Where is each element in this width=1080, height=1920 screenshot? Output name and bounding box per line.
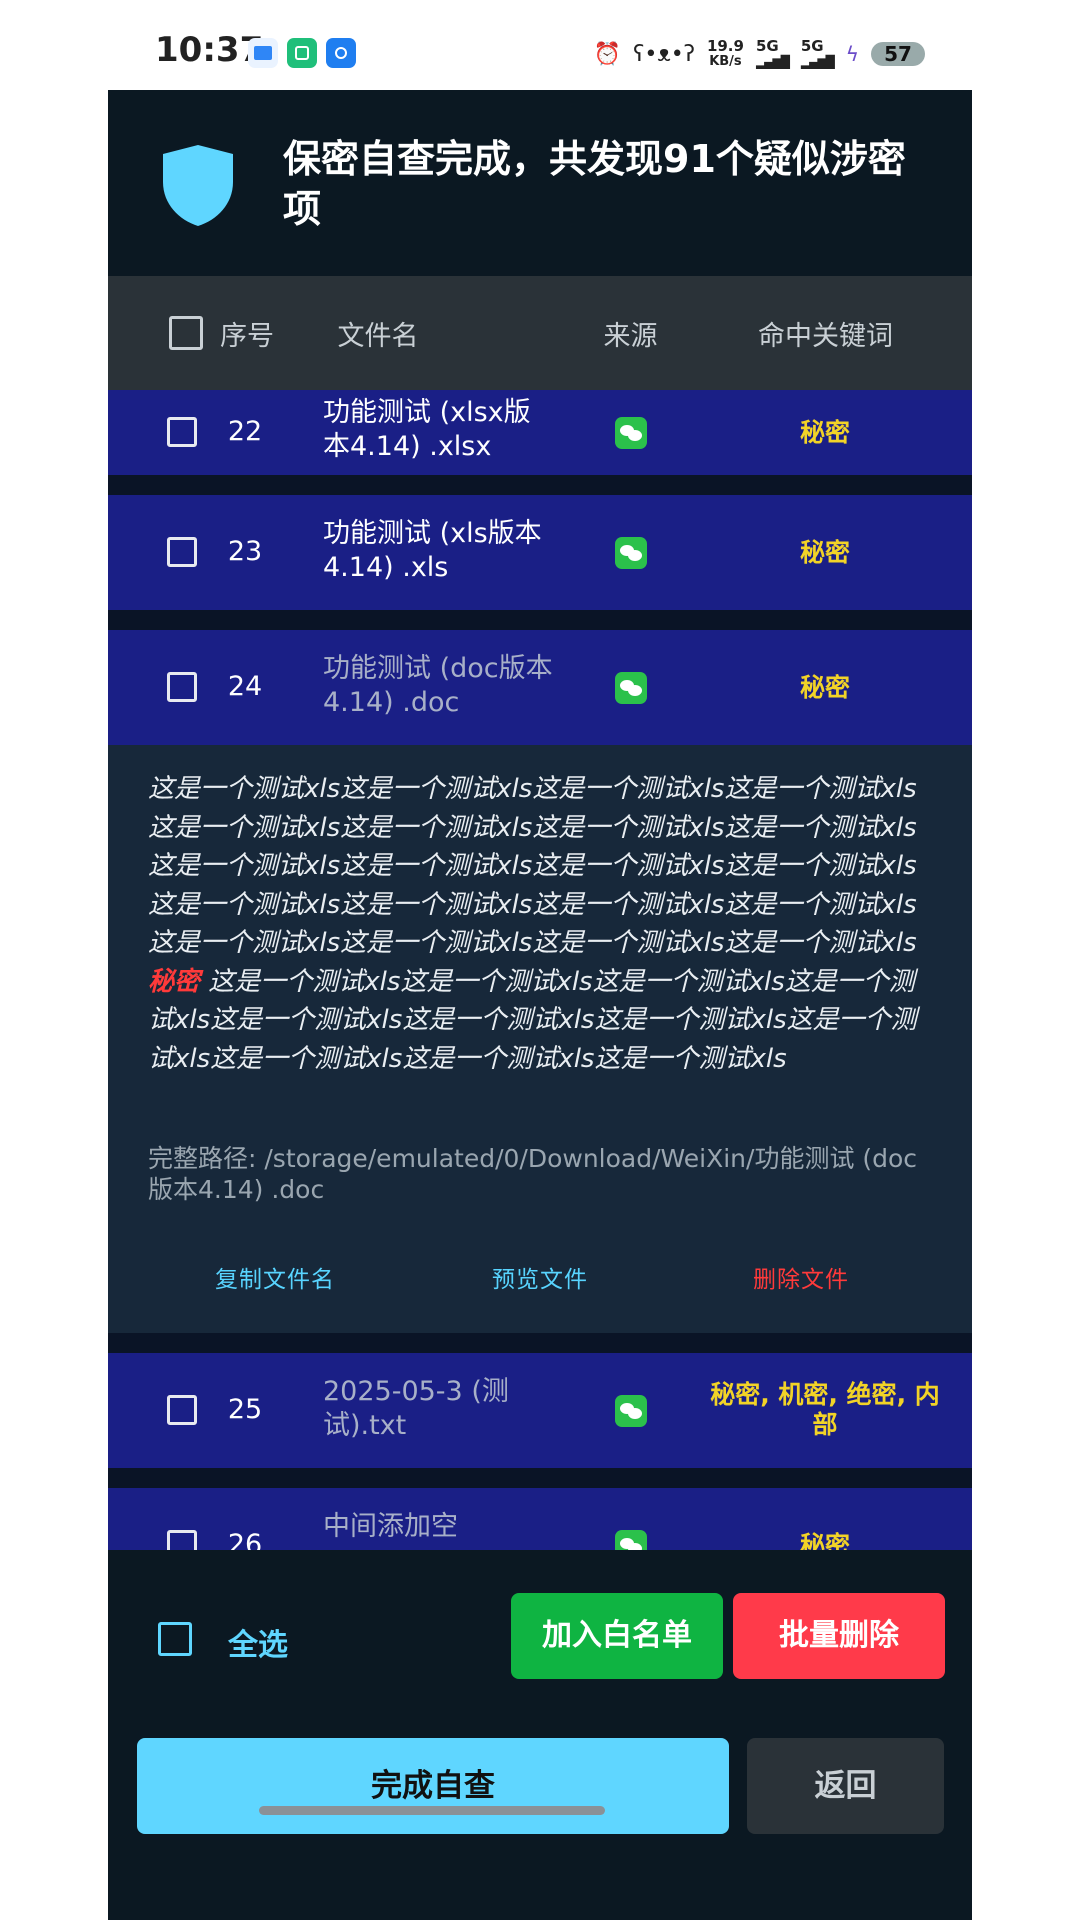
table-header: 序号 文件名 来源 命中关键词: [108, 276, 972, 390]
header-checkbox[interactable]: [169, 316, 203, 350]
finish-check-button[interactable]: 完成自查: [137, 1738, 729, 1834]
signal-bars-icon: ▂▄▆█: [755, 55, 790, 69]
delete-file-button[interactable]: 删除文件: [753, 1260, 849, 1294]
status-bar: 10:37 ⏰ ʕ•ᴥ•ʔ 19.9 KB/s 5G ▂▄▆█ 5G ▂▄▆█ …: [0, 0, 1080, 90]
row-file-name: 功能测试 (xls版本4.14) .xls: [323, 518, 542, 583]
row-file-name: 功能测试 (xlsx版本4.14) .xlsx: [323, 397, 531, 462]
row-file-name: 中间添加空: [323, 1511, 458, 1542]
batch-delete-button[interactable]: 批量删除: [733, 1593, 945, 1679]
battery-level: 57: [871, 42, 925, 66]
notification-app-icon: [248, 38, 278, 68]
network-speed: 19.9 KB/s: [707, 38, 744, 70]
row-keywords: 秘密: [799, 418, 850, 447]
shield-icon: [163, 145, 233, 226]
column-keywords: 命中关键词: [758, 321, 893, 352]
back-button[interactable]: 返回: [747, 1738, 944, 1834]
excerpt-text: 这是一个测试xls这是一个测试xls这是一个测试xls这是一个测试xls这是一个…: [148, 774, 917, 958]
column-source: 来源: [603, 321, 658, 352]
row-file-name: 2025-05-3 (测试).txt: [323, 1376, 509, 1441]
row-index: 23: [227, 536, 263, 567]
excerpt-text: 这是一个测试xls这是一个测试xls这是一个测试xls这是一个测试xls这是一个…: [148, 966, 917, 1074]
row-index: 22: [227, 416, 263, 447]
home-indicator[interactable]: [259, 1806, 605, 1815]
result-list: 22 功能测试 (xlsx版本4.14) .xlsx 秘密 23 功能测试 (x…: [108, 390, 972, 1640]
select-all-label[interactable]: 全选: [228, 1620, 288, 1664]
bear-icon: ʕ•ᴥ•ʔ: [633, 42, 695, 67]
row-keywords: 秘密, 机密, 绝密, 内部: [710, 1380, 940, 1439]
wechat-icon: [615, 672, 647, 704]
scan-result-screen: 保密自查完成，共发现91个疑似涉密项 序号 文件名 来源 命中关键词 22 功能…: [108, 90, 972, 1920]
row-checkbox[interactable]: [167, 1395, 197, 1425]
wechat-icon: [615, 1395, 647, 1427]
table-row[interactable]: 22 功能测试 (xlsx版本4.14) .xlsx 秘密: [108, 390, 972, 475]
signal-bars-icon: ▂▄▆█: [800, 55, 835, 69]
row-checkbox[interactable]: [167, 417, 197, 447]
add-whitelist-button[interactable]: 加入白名单: [511, 1593, 723, 1679]
network-speed-unit: KB/s: [709, 54, 742, 69]
row-index: 24: [227, 671, 263, 702]
alarm-icon: ⏰: [593, 41, 622, 67]
row-checkbox[interactable]: [167, 537, 197, 567]
notification-app-icon: [287, 38, 317, 68]
highlighted-keyword: 秘密: [148, 966, 201, 997]
sim2-label: 5G: [800, 37, 824, 55]
row-checkbox[interactable]: [167, 672, 197, 702]
status-time: 10:37: [155, 30, 264, 70]
result-header: 保密自查完成，共发现91个疑似涉密项: [108, 90, 972, 276]
row-index: 25: [227, 1394, 263, 1425]
charging-icon: ϟ: [845, 42, 859, 66]
signal-sim2: 5G ▂▄▆█: [800, 37, 835, 70]
select-all-checkbox[interactable]: [158, 1622, 192, 1656]
row-keywords: 秘密: [799, 538, 850, 567]
status-icons: ⏰ ʕ•ᴥ•ʔ 19.9 KB/s 5G ▂▄▆█ 5G ▂▄▆█ ϟ 57: [594, 34, 925, 74]
wechat-icon: [615, 537, 647, 569]
result-title: 保密自查完成，共发现91个疑似涉密项: [283, 137, 906, 231]
row-keywords: 秘密: [799, 673, 850, 702]
row-file-name: 功能测试 (doc版本4.14) .doc: [323, 653, 553, 718]
footer-actions: 全选 加入白名单 批量删除 完成自查 返回: [108, 1550, 972, 1920]
row-detail-panel: 这是一个测试xls这是一个测试xls这是一个测试xls这是一个测试xls这是一个…: [108, 745, 972, 1333]
signal-sim1: 5G ▂▄▆█: [755, 37, 790, 70]
table-row-expanded[interactable]: 24 功能测试 (doc版本4.14) .doc 秘密: [108, 630, 972, 745]
preview-file-button[interactable]: 预览文件: [492, 1260, 588, 1294]
table-row[interactable]: 25 2025-05-3 (测试).txt 秘密, 机密, 绝密, 内部: [108, 1353, 972, 1468]
wechat-icon: [615, 417, 647, 449]
copy-file-name-button[interactable]: 复制文件名: [215, 1260, 335, 1294]
full-path: 完整路径: /storage/emulated/0/Download/WeiXi…: [148, 1144, 918, 1204]
matched-content-excerpt: 这是一个测试xls这是一个测试xls这是一个测试xls这是一个测试xls这是一个…: [148, 770, 938, 1078]
hotspot-icon: [326, 38, 356, 68]
network-speed-value: 19.9: [706, 37, 744, 55]
table-row[interactable]: 23 功能测试 (xls版本4.14) .xls 秘密: [108, 495, 972, 610]
column-file-name: 文件名: [337, 321, 419, 352]
sim1-label: 5G: [755, 37, 779, 55]
column-index: 序号: [220, 321, 274, 352]
